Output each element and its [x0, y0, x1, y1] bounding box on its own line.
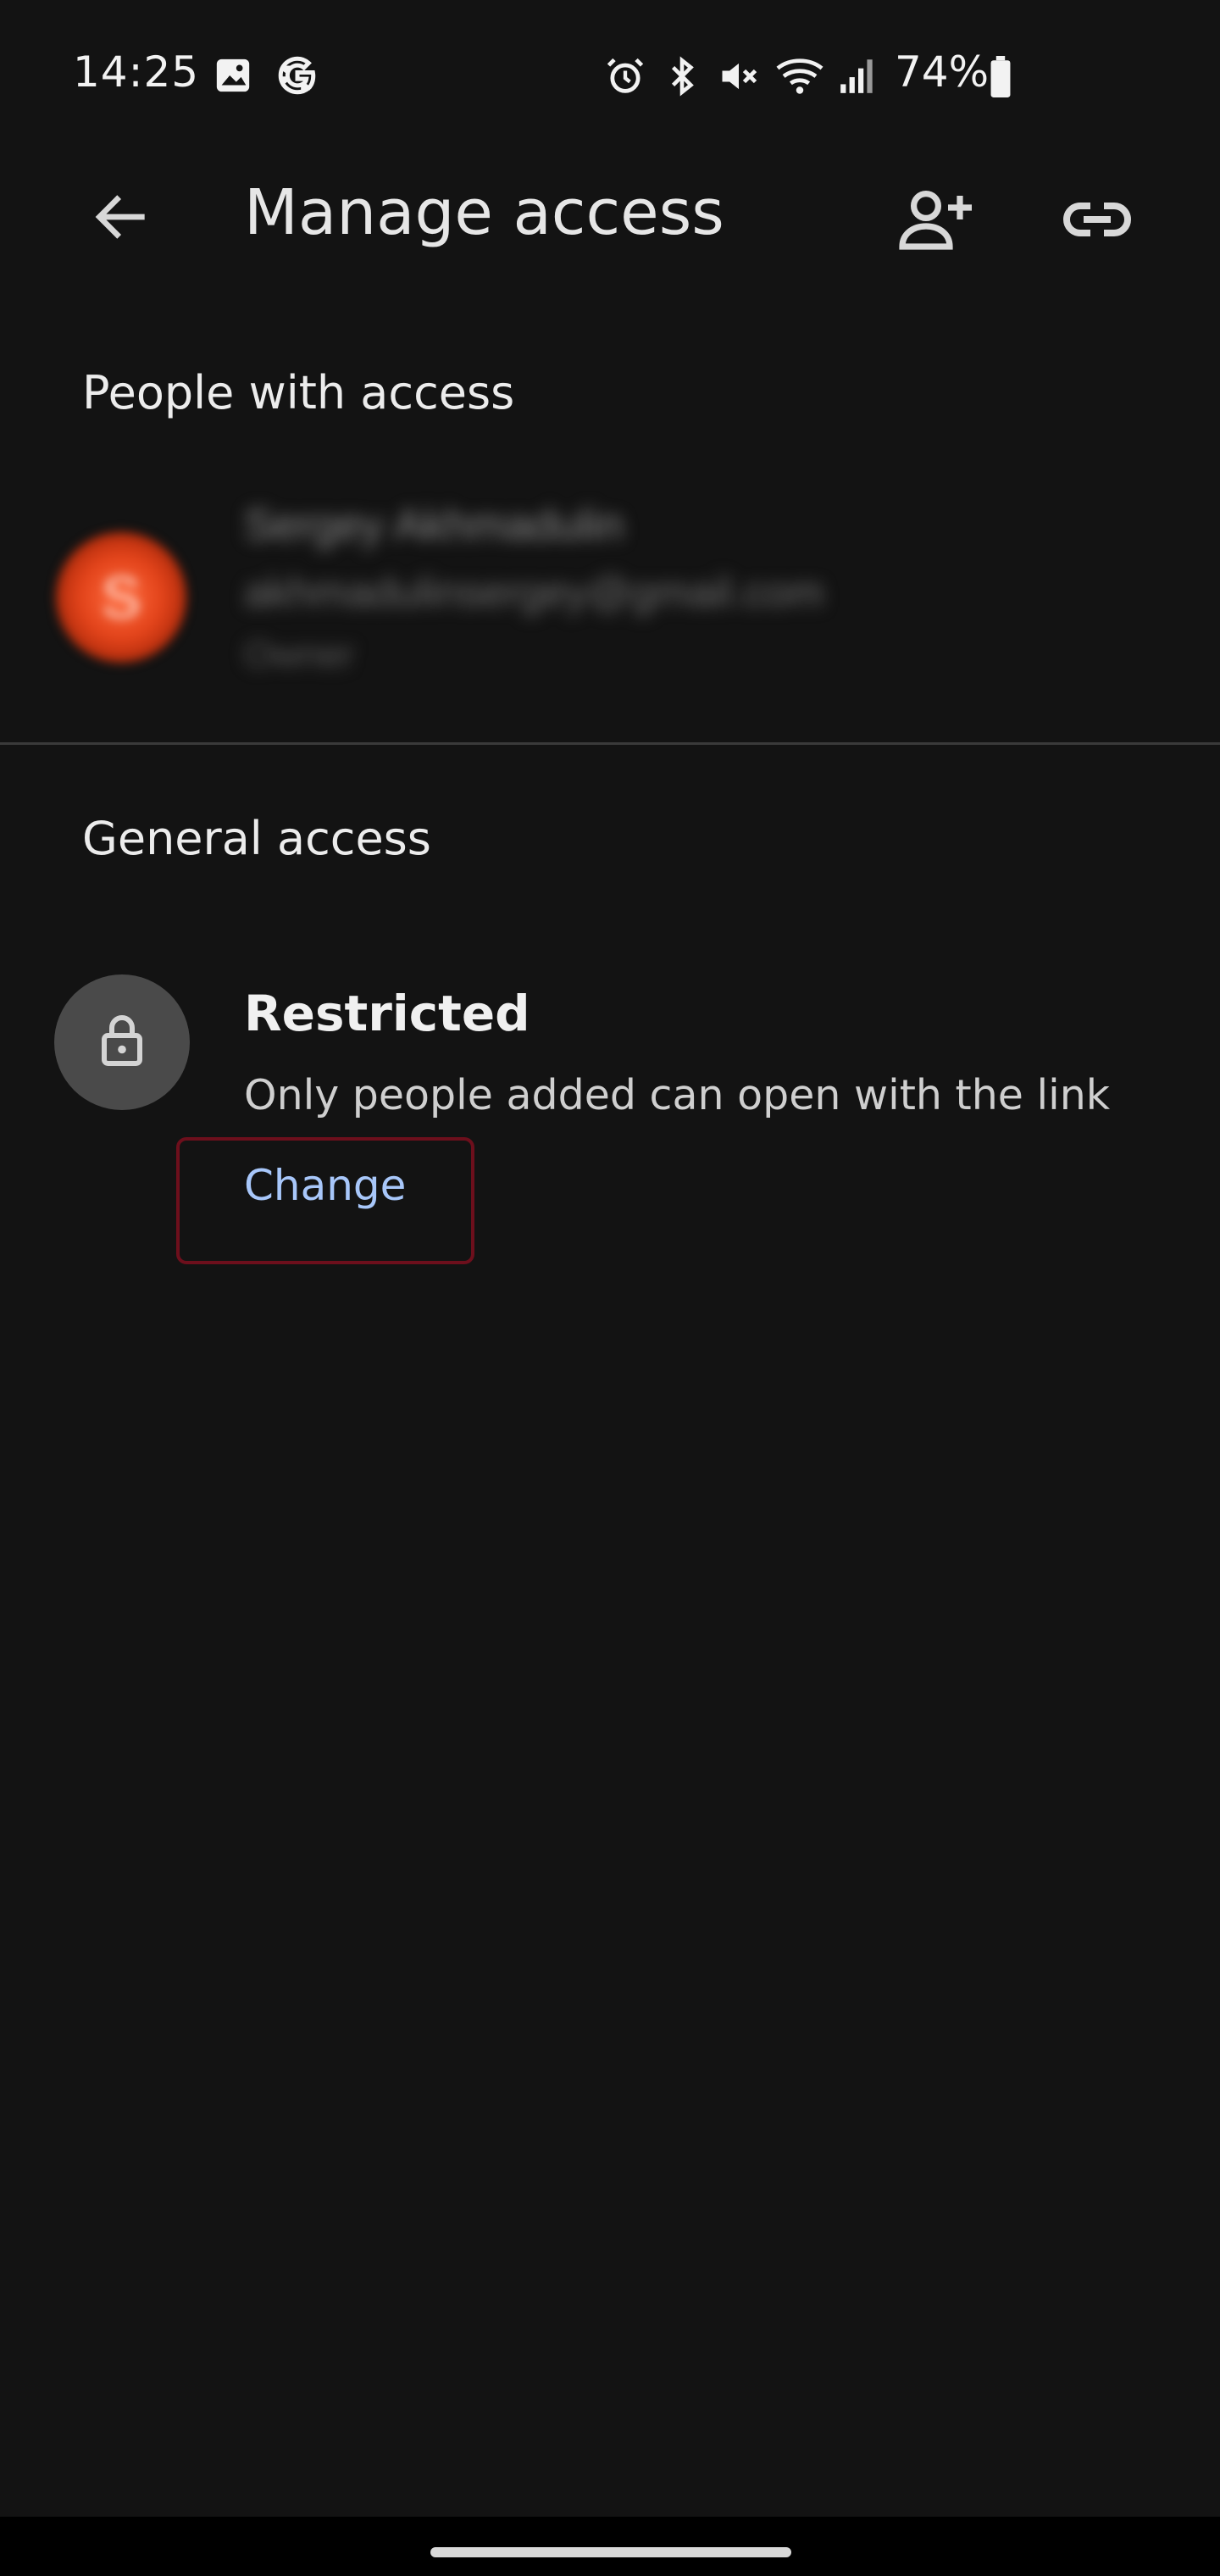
avatar: S [56, 532, 186, 663]
app-bar: Manage access [0, 153, 1220, 280]
access-level-label: Restricted [244, 985, 530, 1042]
change-button[interactable]: Change [244, 1161, 406, 1210]
access-description: Only people added can open with the link [244, 1071, 1111, 1119]
page-title: Manage access [244, 176, 724, 249]
copy-link-button[interactable] [1051, 175, 1144, 268]
navigation-bar [0, 2517, 1220, 2576]
add-person-icon [896, 179, 977, 264]
status-time: 14:25 [73, 47, 200, 97]
home-gesture-handle[interactable] [430, 2547, 791, 2557]
section-divider [0, 742, 1220, 745]
bluetooth-icon [661, 54, 703, 103]
link-icon [1056, 179, 1138, 264]
general-access-row: Restricted Only people added can open wi… [0, 966, 1220, 1271]
people-with-access-heading: People with access [82, 366, 515, 419]
person-role: Owner [244, 634, 354, 675]
signal-icon [837, 54, 879, 101]
general-access-heading: General access [82, 812, 431, 865]
lock-icon [92, 1010, 152, 1075]
alarm-icon [603, 54, 647, 103]
battery-percentage: 74% [895, 47, 990, 97]
person-name: Sergey Akhmadulin [244, 501, 624, 550]
google-icon [276, 54, 319, 101]
arrow-back-icon [88, 183, 156, 255]
back-button[interactable] [81, 178, 163, 259]
status-bar: 14:25 74% [0, 0, 1220, 153]
wifi-icon [774, 54, 825, 103]
mute-icon [717, 54, 761, 103]
gallery-icon [214, 56, 252, 99]
add-people-button[interactable] [890, 175, 983, 268]
person-email: akhmadulinsergey@gmail.com [244, 569, 824, 616]
battery-icon [988, 56, 1013, 103]
lock-icon-container [54, 974, 190, 1110]
person-row[interactable]: S Sergey Akhmadulin akhmadulinsergey@gma… [0, 475, 1220, 729]
